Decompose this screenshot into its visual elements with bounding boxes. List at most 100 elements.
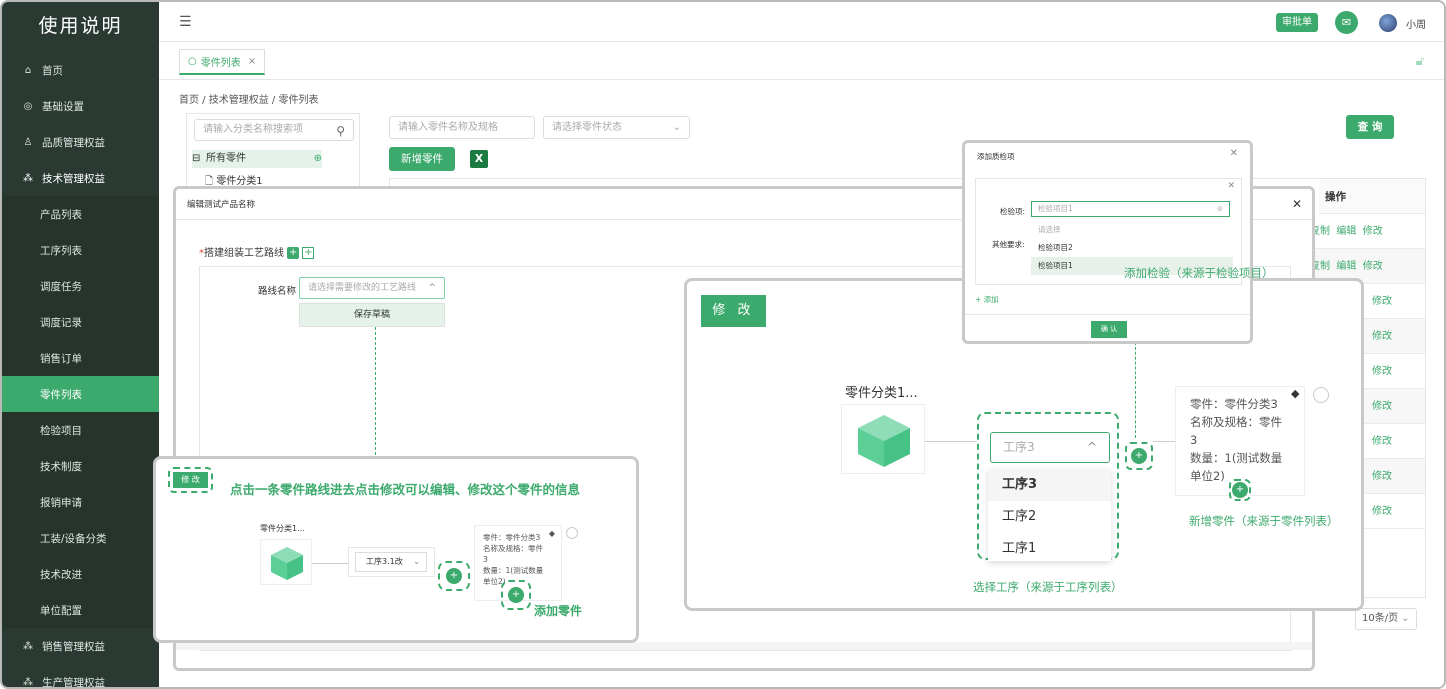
chevron-up-icon: ^ <box>1086 440 1097 454</box>
breadcrumb: 首页 / 技术管理权益 / 零件列表 <box>179 95 319 106</box>
modify-link[interactable]: 修改 <box>1363 226 1383 237</box>
tree-node-all-parts[interactable]: ⊟ 所有零件 ⊕ <box>192 150 322 168</box>
collapse-icon[interactable]: ⊟ <box>192 150 200 168</box>
eraser-icon[interactable]: ◆ <box>1291 387 1299 400</box>
edit-link[interactable]: 编辑 <box>1336 226 1356 237</box>
process-option[interactable]: 工序2 <box>988 501 1111 533</box>
add-part-highlight-2: + <box>501 580 531 610</box>
save-draft-option[interactable]: 保存草稿 <box>299 303 445 327</box>
sidebar-item-products[interactable]: 产品列表 <box>2 196 159 232</box>
sidebar-item-dispatch-tasks[interactable]: 调度任务 <box>2 268 159 304</box>
select-process-caption: 选择工序（来源于工序列表） <box>973 580 1123 594</box>
modify-link[interactable]: 修改 <box>1372 331 1392 342</box>
modify-link[interactable]: 修改 <box>1372 401 1392 412</box>
cube-icon <box>841 404 925 474</box>
sidebar-item-basic-settings[interactable]: ◎ 基础设置 <box>2 88 159 124</box>
part-name-search-input[interactable]: 请输入零件名称及规格 <box>389 116 535 139</box>
shield-icon[interactable] <box>566 527 578 539</box>
add-circle-icon[interactable]: + <box>1131 448 1147 464</box>
sidebar-item-parts[interactable]: 零件列表 <box>2 376 159 412</box>
sidebar-item-tooling[interactable]: 工装/设备分类 <box>2 520 159 556</box>
lock-icon[interactable]: 🔓︎ <box>1416 54 1424 69</box>
add-part-button[interactable]: 新增零件 <box>389 147 455 171</box>
page-size-select[interactable]: 10条/页 ⌄ <box>1355 608 1417 630</box>
approve-button[interactable]: 审批单 <box>1276 13 1318 32</box>
menu-toggle-icon[interactable]: ☰ <box>179 14 192 30</box>
sidebar-item-sales-orders[interactable]: 销售订单 <box>2 340 159 376</box>
add-circle-icon[interactable]: + <box>1232 482 1248 498</box>
close-icon[interactable]: ✕ <box>1227 181 1235 191</box>
modify-link[interactable]: 修改 <box>1363 261 1383 272</box>
process-option[interactable]: 工序1 <box>988 533 1111 565</box>
sidebar-item-tech[interactable]: ⁂ 技术管理权益 <box>2 160 159 196</box>
tab-bar: ○ 零件列表 × 🔓︎ <box>159 42 1444 80</box>
query-button[interactable]: 查 询 <box>1346 115 1394 139</box>
sidebar-item-sales[interactable]: ⁂ 销售管理权益 <box>2 628 159 664</box>
confirm-button[interactable]: 确 认 <box>1091 321 1127 338</box>
sidebar-item-tech-rules[interactable]: 技术制度 <box>2 448 159 484</box>
tree-search-input[interactable]: 请输入分类名称搜索项 ⚲ <box>194 119 354 141</box>
sidebar-item-processes[interactable]: 工序列表 <box>2 232 159 268</box>
sidebar-item-units[interactable]: 单位配置 <box>2 592 159 628</box>
other-req-label: 其他要求: <box>992 240 1025 249</box>
qc-item-select[interactable]: 检验项目1 ⊗ <box>1031 201 1230 217</box>
mail-icon[interactable]: ✉ <box>1335 11 1358 34</box>
sidebar-item-quality[interactable]: ♙ 品质管理权益 <box>2 124 159 160</box>
table-row: 复制 编辑 修改 <box>1308 214 1425 249</box>
search-icon[interactable]: ⚲ <box>336 121 345 141</box>
modify-link[interactable]: 修改 <box>1372 436 1392 447</box>
qc-item-label: 检验项: <box>1000 207 1026 216</box>
part-node-name: 零件分类1... <box>845 386 918 401</box>
close-icon[interactable]: ✕ <box>1230 148 1238 159</box>
shield-icon[interactable] <box>1313 387 1329 403</box>
edit-link[interactable]: 编辑 <box>1336 261 1356 272</box>
table-header-ops: 操作 <box>1319 180 1425 214</box>
add-circle-icon[interactable]: + <box>508 587 524 603</box>
clear-icon[interactable]: ⊗ <box>1217 202 1223 216</box>
close-icon[interactable]: ✕ <box>1292 197 1302 211</box>
modify-link[interactable]: 修改 <box>1372 471 1392 482</box>
qc-option[interactable]: 请选择 <box>1031 221 1233 239</box>
avatar[interactable] <box>1379 14 1397 32</box>
callout-modify-instructions: 修 改 点击一条零件路线进去点击修改可以编辑、修改这个零件的信息 零件分类1..… <box>153 456 639 643</box>
modify-button[interactable]: 修 改 <box>173 472 208 488</box>
sidebar-item-production[interactable]: ⁂ 生产管理权益 <box>2 664 159 688</box>
process-select[interactable]: 工序3 ^ <box>990 432 1110 463</box>
route-name-label: 路线名称 <box>258 286 297 297</box>
dialog-divider <box>965 314 1250 315</box>
tab-parts-list[interactable]: ○ 零件列表 × <box>179 49 266 75</box>
modify-link[interactable]: 修改 <box>1372 506 1392 517</box>
process-option[interactable]: 工序3 <box>988 469 1111 501</box>
add-route-icon[interactable]: + <box>302 247 315 259</box>
close-icon[interactable]: × <box>248 56 256 67</box>
add-circle-icon[interactable]: + <box>446 568 462 584</box>
sidebar-item-inspection[interactable]: 检验项目 <box>2 412 159 448</box>
add-qc-link[interactable]: + 添加 <box>975 294 999 305</box>
qc-form: ✕ 检验项: 检验项目1 ⊗ 其他要求: 请选择 检验项目2 检验项目1 添加检验… <box>975 178 1274 285</box>
process-node: 工序3.1改 ⌄ <box>348 547 435 577</box>
part-status-select[interactable]: 请选择零件状态 ⌄ <box>543 116 690 139</box>
sidebar-item-dispatch-records[interactable]: 调度记录 <box>2 304 159 340</box>
username[interactable]: 小周 <box>1406 16 1426 31</box>
sidebar-item-home[interactable]: ⌂ 首页 <box>2 52 159 88</box>
app-title: 使用说明 <box>38 14 123 37</box>
sidebar-item-tech-improve[interactable]: 技术改进 <box>2 556 159 592</box>
process-select[interactable]: 工序3.1改 ⌄ <box>355 552 427 572</box>
excel-export-icon[interactable]: X <box>470 150 488 168</box>
eraser-icon[interactable]: ◆ <box>549 528 555 539</box>
cube-icon <box>260 539 312 585</box>
connector-line <box>1153 441 1175 442</box>
route-select[interactable]: 请选择需要修改的工艺路线 ^ <box>299 277 445 299</box>
qc-option[interactable]: 检验项目2 <box>1031 239 1233 257</box>
instruction-text: 点击一条零件路线进去点击修改可以编辑、修改这个零件的信息 <box>230 482 581 497</box>
user-icon: ♙ <box>23 136 33 148</box>
modify-link[interactable]: 修改 <box>1372 296 1392 307</box>
add-icon[interactable]: ⊕ <box>314 150 322 168</box>
modify-button[interactable]: 修 改 <box>701 295 766 327</box>
connector-line <box>312 563 348 564</box>
modify-link[interactable]: 修改 <box>1372 366 1392 377</box>
sidebar-item-reimburse[interactable]: 报销申请 <box>2 484 159 520</box>
copy-route-icon[interactable]: + <box>287 247 300 259</box>
add-qc-dialog: 添加质检项 ✕ ✕ 检验项: 检验项目1 ⊗ 其他要求: 请选择 检验项目2 检验… <box>962 140 1274 344</box>
grid-icon: ⁂ <box>23 172 33 184</box>
